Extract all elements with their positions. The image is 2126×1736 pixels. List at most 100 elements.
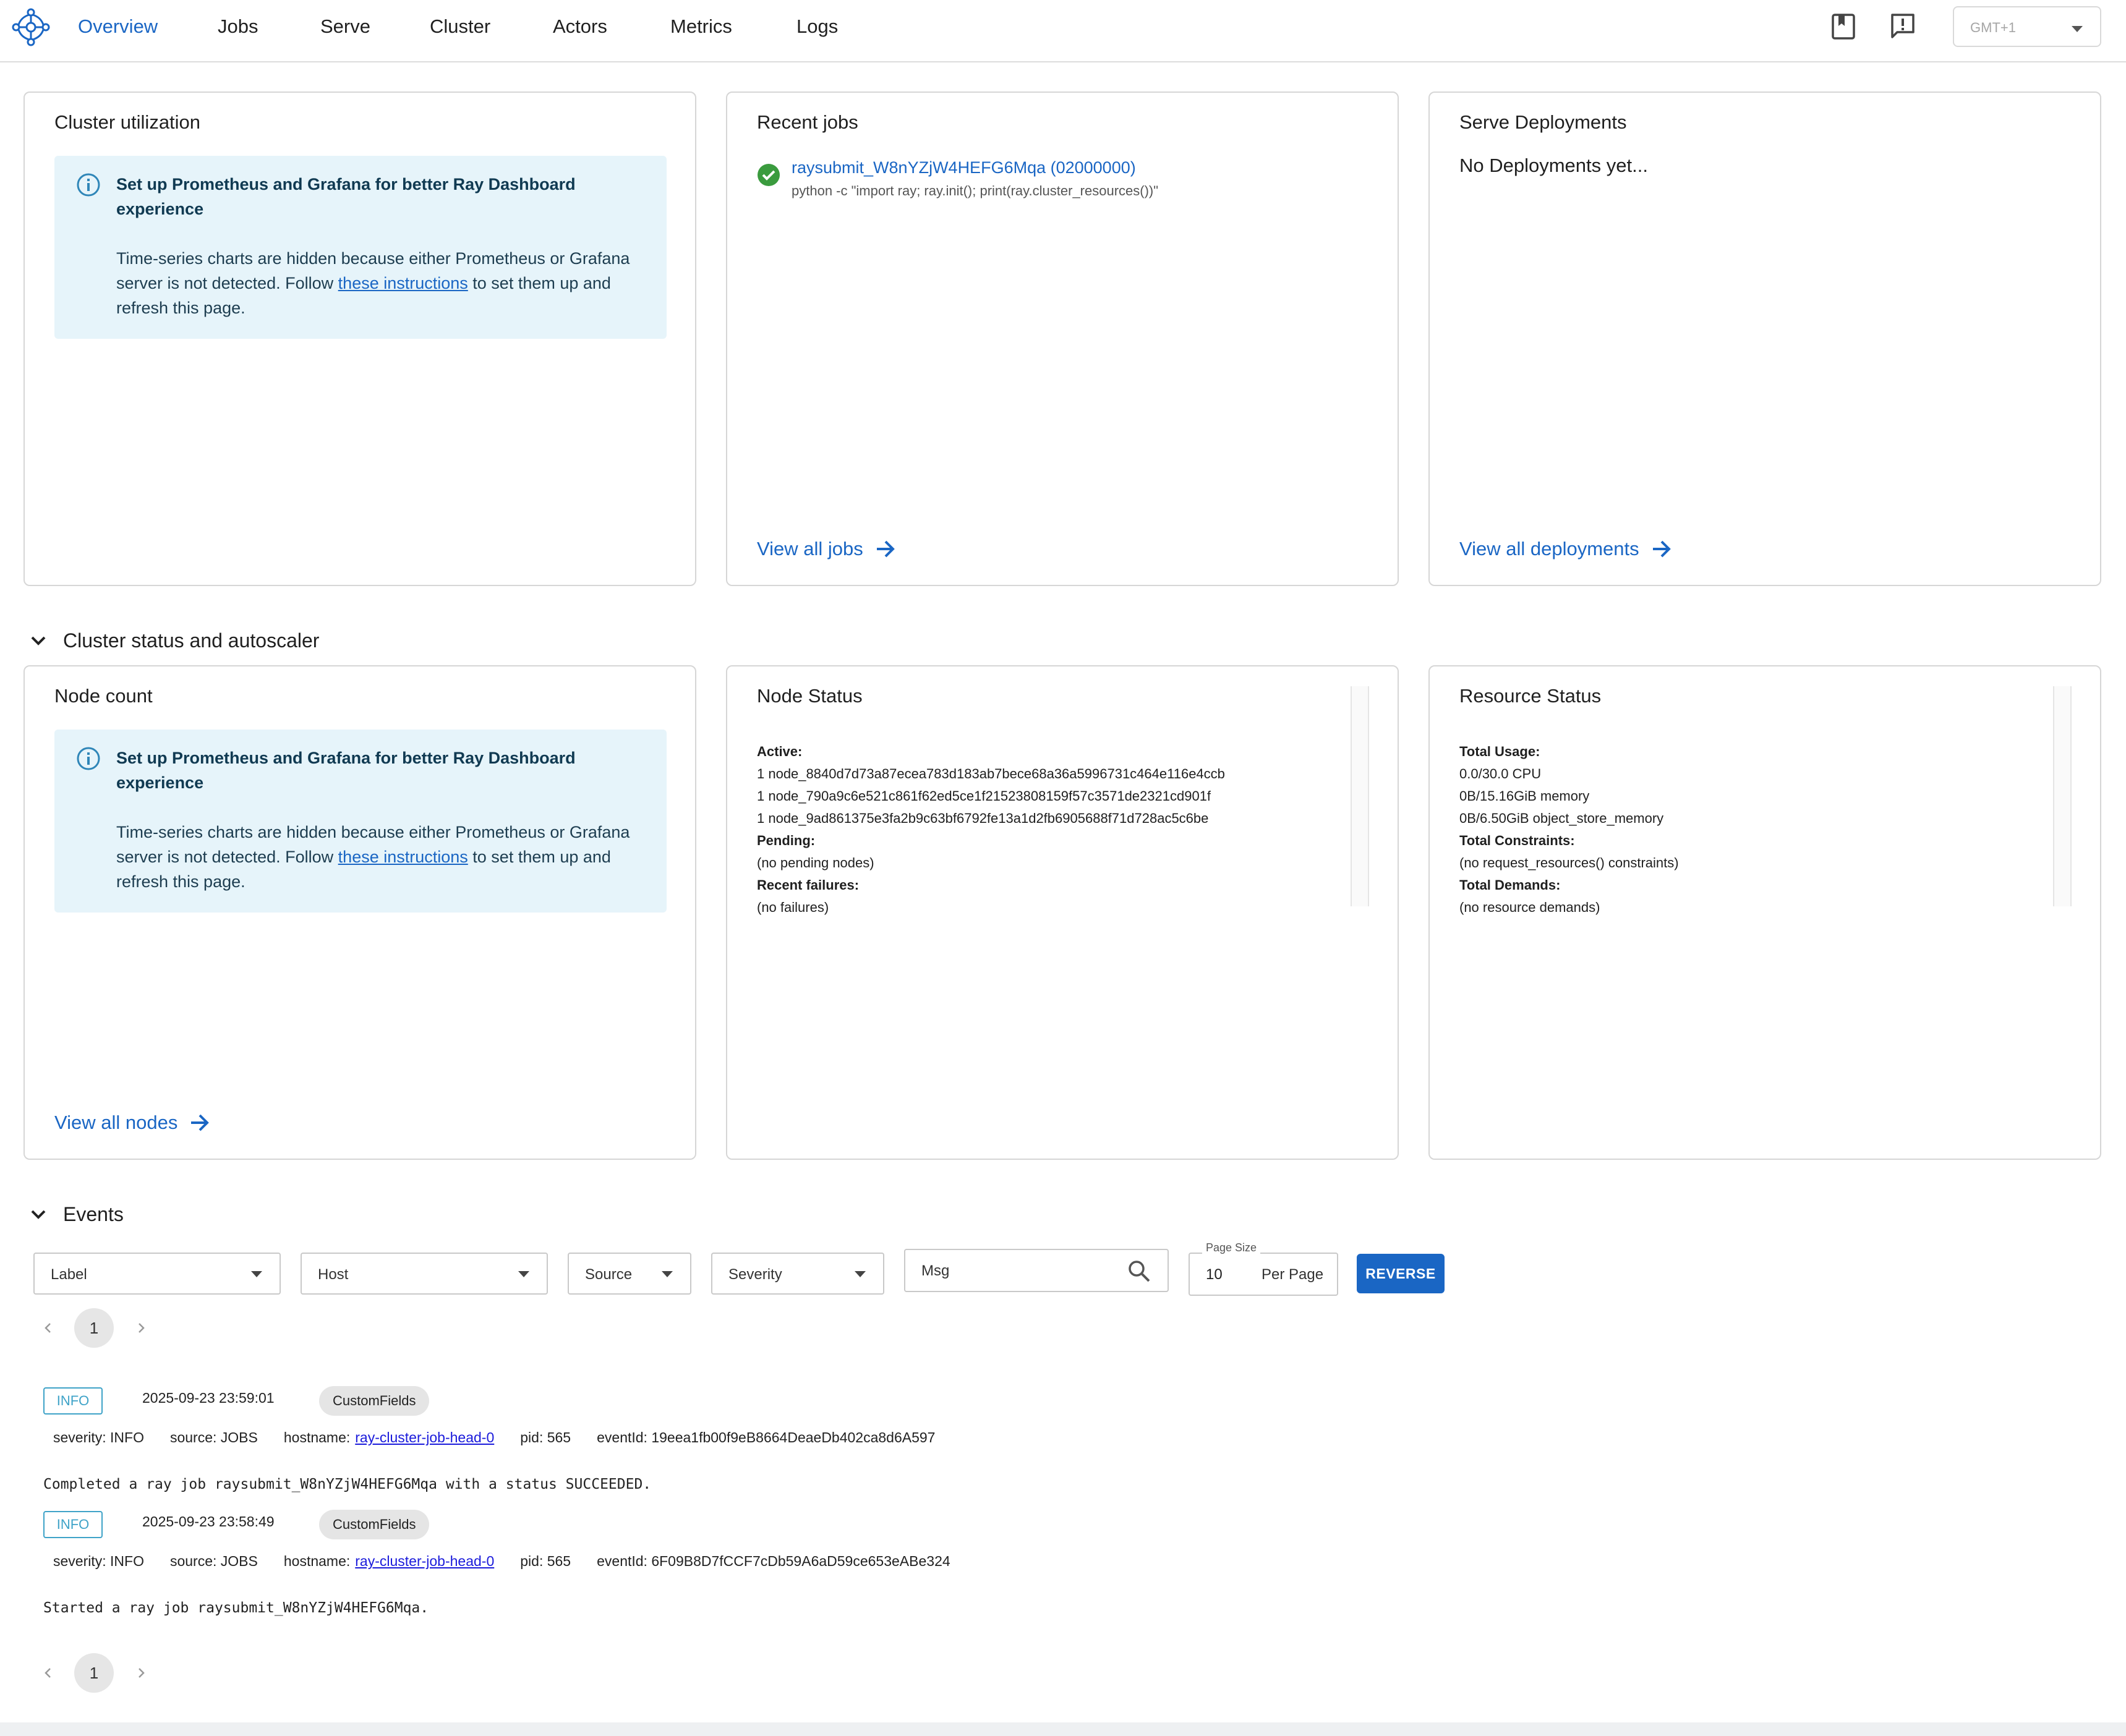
timezone-value: GMT+1 bbox=[1970, 20, 2016, 35]
events-section-toggle[interactable]: Events bbox=[27, 1203, 124, 1226]
prometheus-alert: Set up Prometheus and Grafana for better… bbox=[54, 156, 667, 339]
msg-search-input[interactable]: Msg bbox=[904, 1249, 1169, 1292]
chevron-down-icon bbox=[251, 1271, 262, 1277]
cluster-status-section-toggle[interactable]: Cluster status and autoscaler bbox=[27, 629, 319, 652]
top-nav-bar: Overview Jobs Serve Cluster Actors Metri… bbox=[0, 0, 2126, 62]
status-heading: Total Constraints: bbox=[1459, 833, 1575, 848]
card-title: Recent jobs bbox=[757, 111, 858, 133]
chevron-left-icon[interactable] bbox=[40, 1664, 57, 1682]
page-number-button[interactable]: 1 bbox=[74, 1653, 114, 1693]
page-size-label: Page Size bbox=[1202, 1241, 1261, 1254]
per-page-label: Per Page bbox=[1262, 1266, 1324, 1283]
tab-cluster[interactable]: Cluster bbox=[430, 14, 490, 40]
alert-body: Time-series charts are hidden because ei… bbox=[116, 249, 630, 317]
timezone-select[interactable]: GMT+1 bbox=[1953, 6, 2101, 47]
host-filter-select[interactable]: Host bbox=[301, 1253, 548, 1295]
chevron-right-icon[interactable] bbox=[132, 1319, 150, 1337]
status-heading: Pending: bbox=[757, 833, 816, 848]
feedback-icon[interactable] bbox=[1887, 11, 1918, 42]
chevron-down-icon bbox=[31, 636, 46, 645]
tab-logs[interactable]: Logs bbox=[796, 14, 838, 40]
status-heading: Active: bbox=[757, 744, 803, 759]
info-icon bbox=[77, 173, 100, 197]
select-label: Source bbox=[585, 1266, 633, 1283]
status-heading: Recent failures: bbox=[757, 877, 860, 893]
instructions-link[interactable]: these instructions bbox=[338, 848, 468, 866]
severity-badge: INFO bbox=[43, 1387, 103, 1415]
select-label: Host bbox=[318, 1266, 349, 1283]
status-line: 0B/15.16GiB memory bbox=[1459, 788, 1590, 804]
tab-metrics[interactable]: Metrics bbox=[670, 14, 732, 40]
job-link[interactable]: raysubmit_W8nYZjW4HEFG6Mqa (02000000) bbox=[792, 158, 1136, 177]
card-title: Cluster utilization bbox=[54, 111, 201, 133]
resource-status-card: Resource Status Total Usage: 0.0/30.0 CP… bbox=[1428, 665, 2101, 1160]
msg-placeholder: Msg bbox=[921, 1262, 950, 1279]
vertical-scrollbar[interactable] bbox=[2053, 686, 2072, 906]
node-count-card: Node count Set up Prometheus and Grafana… bbox=[23, 665, 696, 1160]
event-severity: severity: INFO bbox=[53, 1429, 144, 1445]
vertical-scrollbar[interactable] bbox=[1351, 686, 1369, 906]
event-pid: pid: 565 bbox=[520, 1429, 571, 1445]
severity-filter-select[interactable]: Severity bbox=[711, 1253, 884, 1295]
chevron-down-icon bbox=[662, 1271, 673, 1277]
chevron-right-icon[interactable] bbox=[132, 1664, 150, 1682]
event-pid: pid: 565 bbox=[520, 1553, 571, 1569]
pagination-top: 1 bbox=[37, 1308, 161, 1348]
section-title: Events bbox=[63, 1203, 124, 1225]
hostname-link[interactable]: ray-cluster-job-head-0 bbox=[355, 1553, 494, 1569]
event-id: eventId: 6F09B8D7fCCF7cDb59A6aD59ce653eA… bbox=[597, 1553, 950, 1569]
prometheus-alert: Set up Prometheus and Grafana for better… bbox=[54, 730, 667, 913]
status-line: (no resource demands) bbox=[1459, 900, 1600, 915]
status-line: (no request_resources() constraints) bbox=[1459, 855, 1679, 870]
tab-overview[interactable]: Overview bbox=[78, 14, 158, 40]
page-size-value: 10 bbox=[1206, 1266, 1223, 1283]
event-severity: severity: INFO bbox=[53, 1553, 144, 1569]
view-all-nodes-link[interactable]: View all nodes bbox=[54, 1110, 212, 1135]
ray-logo-icon[interactable] bbox=[11, 7, 51, 47]
reverse-button[interactable]: REVERSE bbox=[1357, 1254, 1445, 1293]
page-size-input[interactable]: 10 Per Page bbox=[1189, 1253, 1338, 1296]
instructions-link[interactable]: these instructions bbox=[338, 274, 468, 292]
status-line: 1 node_9ad861375e3fa2b9c63bf6792fe13a1d2… bbox=[757, 811, 1209, 826]
hostname-link[interactable]: ray-cluster-job-head-0 bbox=[355, 1429, 494, 1445]
docs-book-icon[interactable] bbox=[1828, 11, 1859, 42]
tab-actors[interactable]: Actors bbox=[553, 14, 607, 40]
event-timestamp: 2025-09-23 23:59:01 bbox=[142, 1390, 275, 1406]
chevron-down-icon bbox=[2072, 26, 2083, 32]
page-number-button[interactable]: 1 bbox=[74, 1308, 114, 1348]
event-source: source: JOBS bbox=[169, 1429, 258, 1445]
arrow-right-icon bbox=[876, 540, 895, 558]
event-source: source: JOBS bbox=[169, 1553, 258, 1569]
search-icon[interactable] bbox=[1127, 1259, 1151, 1283]
severity-badge: INFO bbox=[43, 1511, 103, 1538]
empty-deployments-text: No Deployments yet... bbox=[1459, 155, 1648, 176]
select-label: Label bbox=[51, 1266, 87, 1283]
view-all-jobs-link[interactable]: View all jobs bbox=[757, 537, 898, 561]
chevron-down-icon bbox=[518, 1271, 529, 1277]
serve-deployments-card: Serve Deployments No Deployments yet... … bbox=[1428, 91, 2101, 586]
event-timestamp: 2025-09-23 23:58:49 bbox=[142, 1513, 275, 1530]
job-command: python -c "import ray; ray.init(); print… bbox=[792, 183, 1159, 198]
card-title: Serve Deployments bbox=[1459, 111, 1627, 133]
status-line: (no pending nodes) bbox=[757, 855, 874, 870]
status-heading: Total Demands: bbox=[1459, 877, 1561, 893]
custom-fields-chip[interactable]: CustomFields bbox=[319, 1386, 430, 1416]
tab-serve[interactable]: Serve bbox=[320, 14, 370, 40]
alert-body: Time-series charts are hidden because ei… bbox=[116, 823, 630, 891]
status-line: 0.0/30.0 CPU bbox=[1459, 766, 1542, 781]
source-filter-select[interactable]: Source bbox=[568, 1253, 691, 1295]
label-filter-select[interactable]: Label bbox=[33, 1253, 281, 1295]
event-metadata: severity: INFO source: JOBS hostname: ray-c… bbox=[53, 1553, 976, 1570]
event-message: Completed a ray job raysubmit_W8nYZjW4HE… bbox=[43, 1476, 652, 1492]
card-title: Resource Status bbox=[1459, 685, 1602, 707]
alert-title: Set up Prometheus and Grafana for better… bbox=[116, 749, 576, 792]
status-line: (no failures) bbox=[757, 900, 829, 915]
alert-title: Set up Prometheus and Grafana for better… bbox=[116, 175, 576, 218]
tab-jobs[interactable]: Jobs bbox=[218, 14, 258, 40]
chevron-left-icon[interactable] bbox=[40, 1319, 57, 1337]
select-label: Severity bbox=[728, 1266, 782, 1283]
view-all-deployments-link[interactable]: View all deployments bbox=[1459, 537, 1674, 561]
chevron-down-icon bbox=[31, 1210, 46, 1219]
custom-fields-chip[interactable]: CustomFields bbox=[319, 1510, 430, 1539]
recent-jobs-card: Recent jobs raysubmit_W8nYZjW4HEFG6Mqa (… bbox=[726, 91, 1399, 586]
